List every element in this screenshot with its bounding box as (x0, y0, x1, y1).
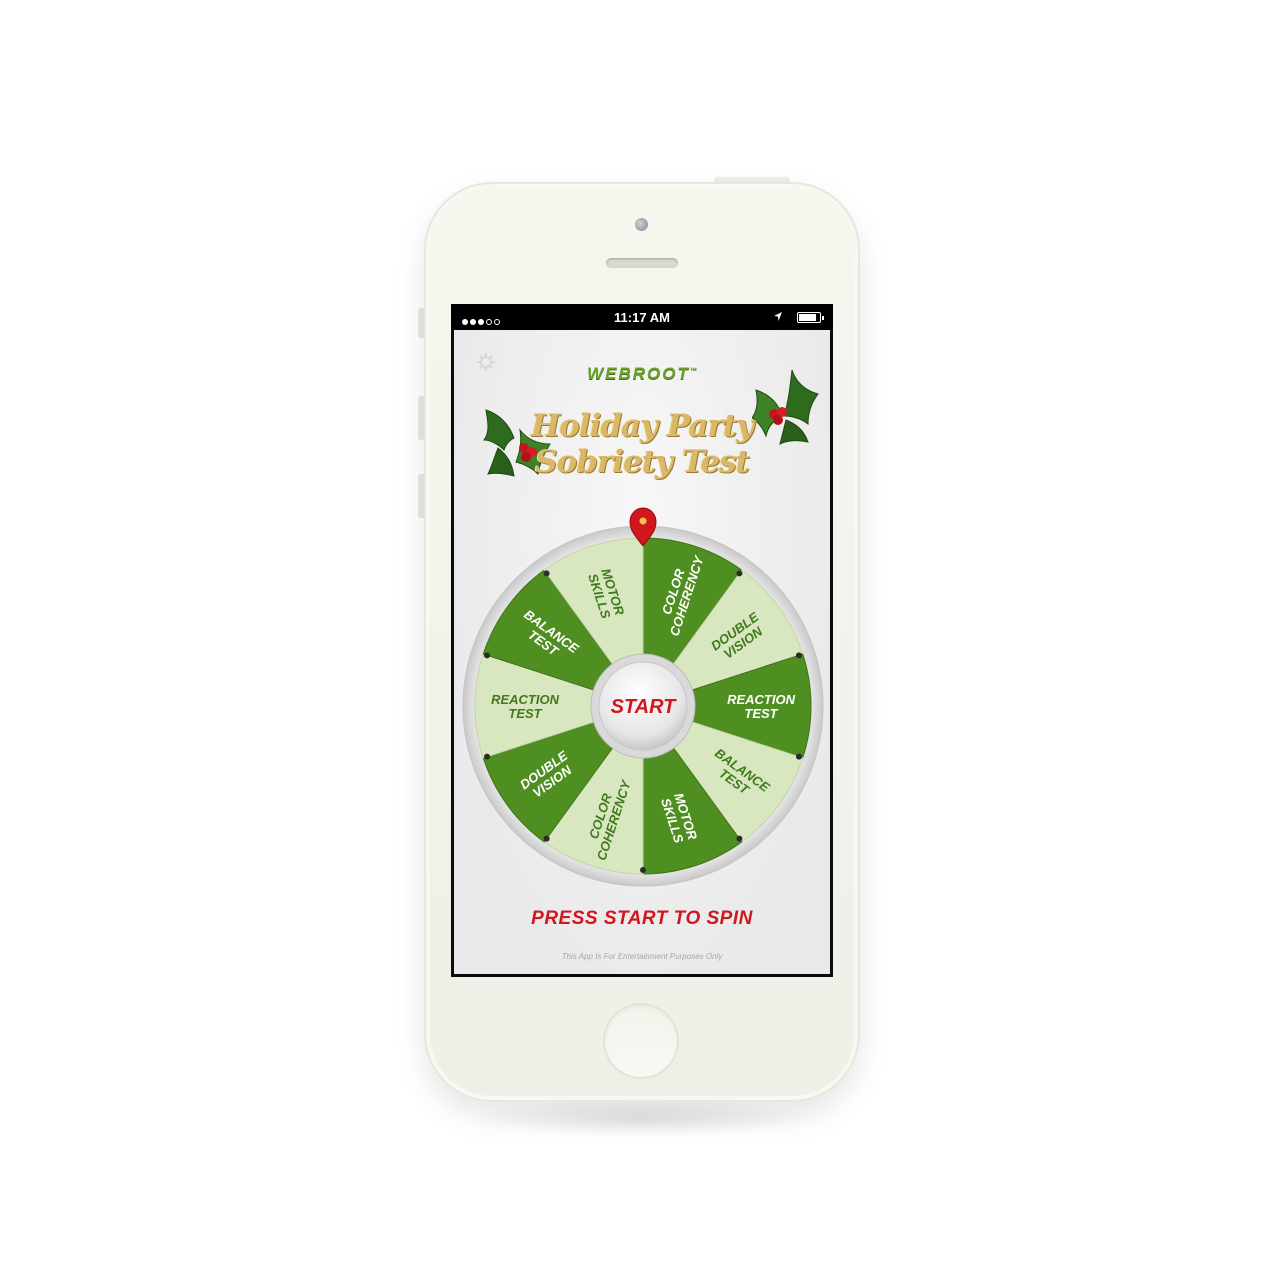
battery-level (799, 314, 816, 321)
home-button[interactable] (603, 1003, 679, 1079)
app-view: WEBROOT™ Holiday Party Sobriety Test COL… (454, 330, 830, 974)
battery-icon (797, 312, 824, 323)
wheel-peg (543, 835, 550, 842)
wheel-peg (484, 753, 491, 760)
phone-screen: 11:17 AM WEBROOT™ Holiday Party Sobriety… (451, 304, 833, 977)
start-button-label[interactable]: START (611, 696, 678, 718)
wheel-peg (795, 652, 802, 659)
wheel-segment-label-line: REACTION (727, 692, 796, 707)
wheel-peg (484, 652, 491, 659)
wheel-peg (543, 570, 550, 577)
wheel-peg (795, 753, 802, 760)
wheel-peg (640, 867, 646, 873)
status-bar: 11:17 AM (451, 304, 833, 330)
wheel-segment-label-line: TEST (744, 706, 778, 721)
wheel-peg (736, 835, 743, 842)
wheel-segment-label-line: TEST (508, 706, 542, 721)
disclaimer-text: This App Is For Entertainment Purposes O… (561, 952, 723, 961)
spin-wheel[interactable]: COLORCOHERENCY DOUBLEVISIONREACTION TESTBA… (454, 330, 830, 890)
front-camera (635, 218, 648, 231)
location-arrow-icon (774, 312, 782, 321)
wheel-peg (736, 570, 743, 577)
phone-shadow (470, 1098, 814, 1138)
wheel-segment-label-line: REACTION (491, 692, 560, 707)
earpiece-speaker (606, 258, 678, 268)
press-start-prompt: PRESS START TO SPIN (531, 908, 753, 929)
